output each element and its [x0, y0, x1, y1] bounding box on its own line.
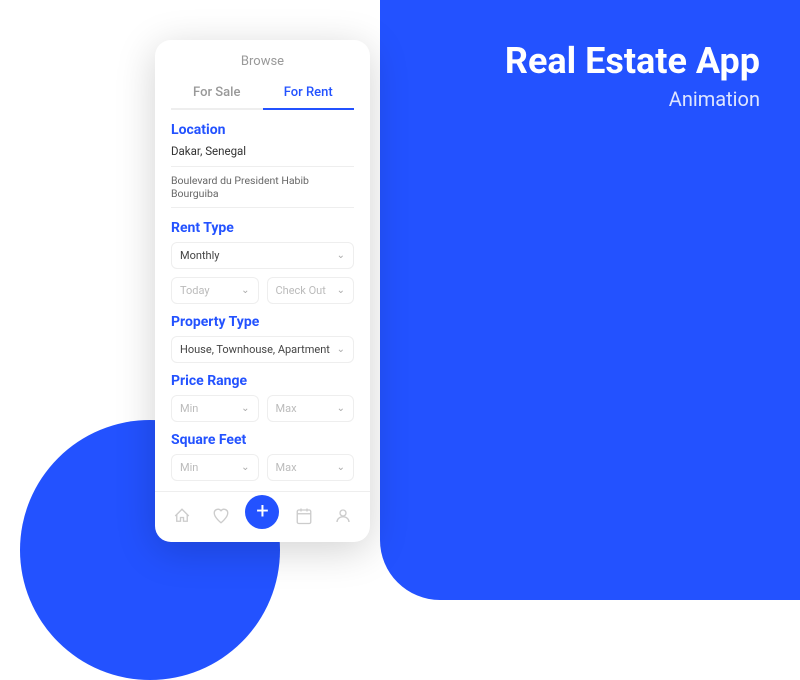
favorites-nav-button[interactable] — [207, 502, 235, 530]
home-icon — [173, 507, 191, 525]
property-type-title: Property Type — [171, 314, 354, 330]
price-min-label: Min — [180, 402, 198, 415]
phone-content: Location Dakar, Senegal Boulevard du Pre… — [155, 110, 370, 481]
sqft-min-arrow-icon: ⌄ — [241, 462, 249, 473]
sqft-max-arrow-icon: ⌄ — [337, 462, 345, 473]
property-type-section: Property Type House, Townhouse, Apartmen… — [171, 314, 354, 363]
rent-type-section: Rent Type Monthly ⌄ Today ⌄ Check Out ⌄ — [171, 220, 354, 304]
checkin-label: Today — [180, 284, 210, 297]
bottom-nav: + — [155, 491, 370, 542]
price-max-dropdown[interactable]: Max ⌄ — [267, 395, 355, 422]
square-feet-section: Square Feet Min ⌄ Max ⌄ — [171, 432, 354, 481]
rent-type-label: Monthly — [180, 249, 220, 262]
price-min-dropdown[interactable]: Min ⌄ — [171, 395, 259, 422]
location-street: Boulevard du President Habib Bourguiba — [171, 166, 354, 208]
checkin-arrow-icon: ⌄ — [241, 285, 249, 296]
checkout-dropdown[interactable]: Check Out ⌄ — [267, 277, 355, 304]
property-type-label: House, Townhouse, Apartment — [180, 343, 330, 356]
profile-icon — [334, 507, 352, 525]
price-min-arrow-icon: ⌄ — [241, 403, 249, 414]
price-range-section: Price Range Min ⌄ Max ⌄ — [171, 373, 354, 422]
checkin-checkout-row: Today ⌄ Check Out ⌄ — [171, 277, 354, 304]
rent-type-arrow-icon: ⌄ — [337, 250, 345, 261]
checkout-arrow-icon: ⌄ — [337, 285, 345, 296]
property-type-arrow-icon: ⌄ — [337, 344, 345, 355]
tabs-container: For Sale For Rent — [171, 77, 354, 110]
checkin-dropdown[interactable]: Today ⌄ — [171, 277, 259, 304]
sqft-min-label: Min — [180, 461, 198, 474]
plus-icon: + — [256, 501, 268, 523]
right-panel: Real Estate App Animation — [505, 40, 760, 111]
add-nav-button[interactable]: + — [245, 495, 279, 529]
app-subtitle: Animation — [505, 87, 760, 111]
location-title: Location — [171, 122, 354, 138]
browse-header: Browse — [155, 40, 370, 69]
price-max-arrow-icon: ⌄ — [337, 403, 345, 414]
sqft-max-dropdown[interactable]: Max ⌄ — [267, 454, 355, 481]
calendar-nav-button[interactable] — [290, 502, 318, 530]
phone-card: Browse For Sale For Rent Location Dakar,… — [155, 40, 370, 542]
price-max-label: Max — [276, 402, 297, 415]
home-nav-button[interactable] — [168, 502, 196, 530]
tab-for-rent[interactable]: For Rent — [263, 77, 355, 108]
location-city: Dakar, Senegal — [171, 144, 354, 158]
tab-for-sale[interactable]: For Sale — [171, 77, 263, 108]
location-section: Location Dakar, Senegal Boulevard du Pre… — [171, 122, 354, 208]
price-range-row: Min ⌄ Max ⌄ — [171, 395, 354, 422]
heart-icon — [212, 507, 230, 525]
rent-type-title: Rent Type — [171, 220, 354, 236]
sqft-max-label: Max — [276, 461, 297, 474]
checkout-label: Check Out — [276, 284, 326, 297]
rent-type-dropdown[interactable]: Monthly ⌄ — [171, 242, 354, 269]
sqft-min-dropdown[interactable]: Min ⌄ — [171, 454, 259, 481]
square-feet-title: Square Feet — [171, 432, 354, 448]
calendar-icon — [295, 507, 313, 525]
property-type-dropdown[interactable]: House, Townhouse, Apartment ⌄ — [171, 336, 354, 363]
sqft-row: Min ⌄ Max ⌄ — [171, 454, 354, 481]
profile-nav-button[interactable] — [329, 502, 357, 530]
app-title: Real Estate App — [505, 40, 760, 83]
price-range-title: Price Range — [171, 373, 354, 389]
